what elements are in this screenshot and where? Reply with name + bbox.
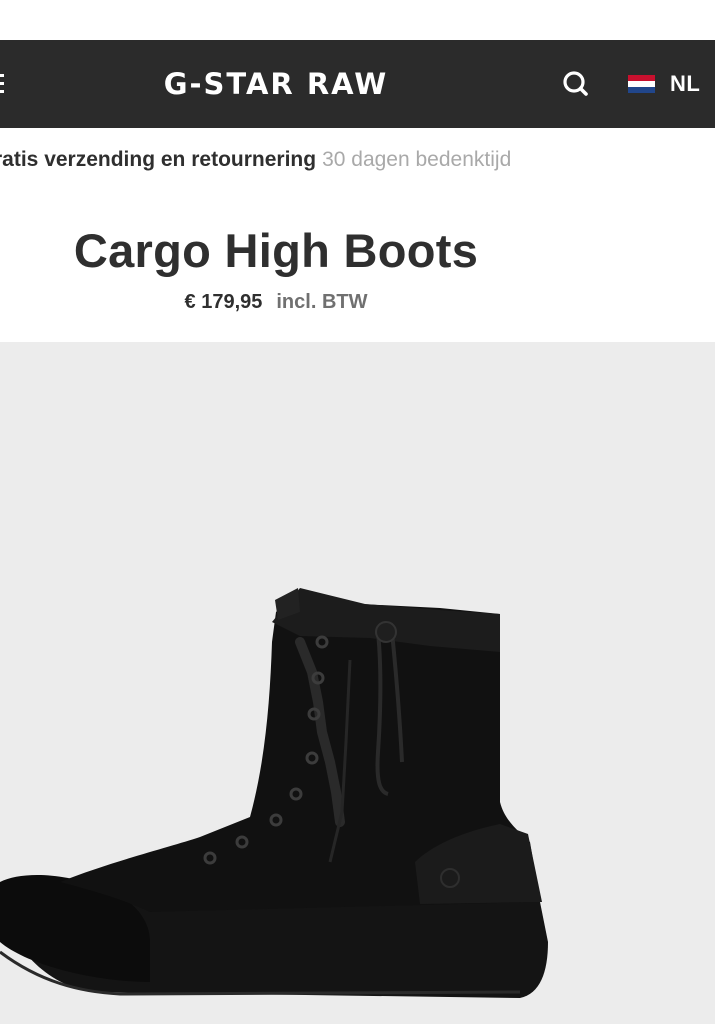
search-icon	[563, 71, 588, 96]
brand-logo[interactable]: G-STAR RAW	[0, 66, 552, 102]
country-selector[interactable]: NL	[624, 68, 714, 100]
price-row: € 179,95 incl. BTW	[0, 288, 552, 316]
usp-return-period: 30 dagen bedenktijd	[322, 148, 512, 171]
header-bar: G-STAR RAW NL	[0, 40, 715, 128]
netherlands-flag-icon	[628, 75, 655, 93]
product-image[interactable]	[0, 342, 715, 1024]
country-code: NL	[670, 71, 701, 96]
usp-shipping: ratis verzending en retournering	[0, 148, 317, 171]
boot-image	[0, 588, 548, 998]
tax-note: incl. BTW	[276, 291, 368, 313]
usp-banner: ratis verzending en retournering 30 dagen…	[0, 146, 714, 174]
search-button[interactable]	[560, 68, 592, 100]
product-title: Cargo High Boots	[73, 224, 479, 277]
product-price: € 179,95	[184, 291, 263, 313]
